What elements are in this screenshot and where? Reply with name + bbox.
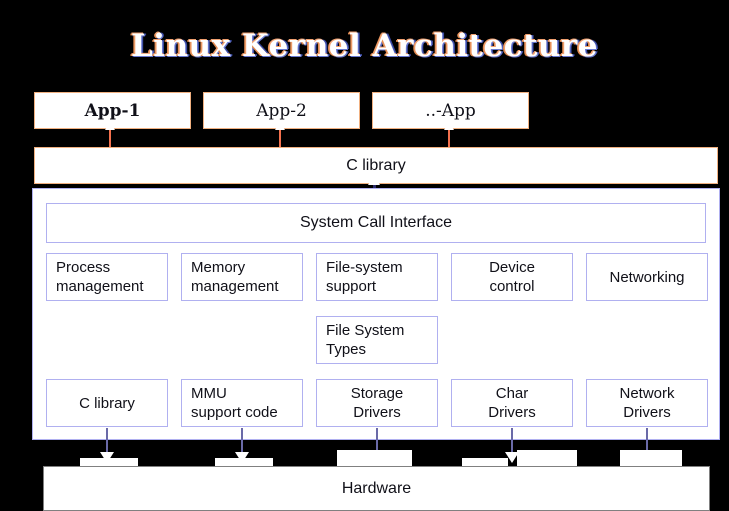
kernel-label-mmu-support-code: MMU support code: [191, 385, 278, 421]
connector-slab-5: [517, 450, 577, 466]
hardware-box[interactable]: Hardware: [43, 466, 710, 511]
kernel-label-device-control: Device control: [489, 259, 535, 295]
kernel-box-memory-management[interactable]: Memory management: [181, 253, 303, 301]
kernel-label-file-system-support: File-system support: [326, 259, 403, 295]
diagram-canvas: Linux Kernel Architecture App-1 App-2 ..…: [0, 0, 729, 511]
kernel-label-c-library: C library: [79, 394, 135, 412]
app-label-2: App-2: [256, 100, 307, 121]
hardware-label: Hardware: [341, 479, 412, 497]
kernel-box-mmu-support-code[interactable]: MMU support code: [181, 379, 303, 427]
kernel-label-process-management: Process management: [56, 259, 144, 295]
kernel-label-char-drivers: Char Drivers: [488, 385, 536, 421]
kernel-box-device-control[interactable]: Device control: [451, 253, 573, 301]
kernel-box-file-system-types[interactable]: File System Types: [316, 316, 438, 364]
system-call-interface-label: System Call Interface: [299, 214, 453, 231]
connector-slab-6: [620, 450, 682, 466]
kernel-label-storage-drivers: Storage Drivers: [350, 385, 404, 421]
kernel-label-network-drivers: Network Drivers: [619, 385, 675, 421]
kernel-box-process-management[interactable]: Process management: [46, 253, 168, 301]
app-label-3: ..-App: [425, 100, 476, 121]
kernel-box-storage-drivers[interactable]: Storage Drivers: [316, 379, 438, 427]
connector-slab-4: [462, 458, 508, 466]
kernel-box-networking[interactable]: Networking: [586, 253, 708, 301]
c-library-userspace-label: C library: [346, 156, 406, 174]
kernel-box-c-library[interactable]: C library: [46, 379, 168, 427]
kernel-label-networking: Networking: [609, 268, 685, 286]
kernel-label-file-system-types: File System Types: [326, 322, 405, 358]
connector-slab-2: [215, 458, 273, 466]
connector-slab-3: [337, 450, 412, 466]
app-label-1: App-1: [84, 100, 141, 121]
system-call-interface-box[interactable]: System Call Interface: [46, 203, 706, 243]
kernel-box-char-drivers[interactable]: Char Drivers: [451, 379, 573, 427]
kernel-label-memory-management: Memory management: [191, 259, 279, 295]
connector-slab-1: [80, 458, 138, 466]
kernel-box-network-drivers[interactable]: Network Drivers: [586, 379, 708, 427]
kernel-box-file-system-support[interactable]: File-system support: [316, 253, 438, 301]
page-title: Linux Kernel Architecture: [131, 28, 598, 64]
